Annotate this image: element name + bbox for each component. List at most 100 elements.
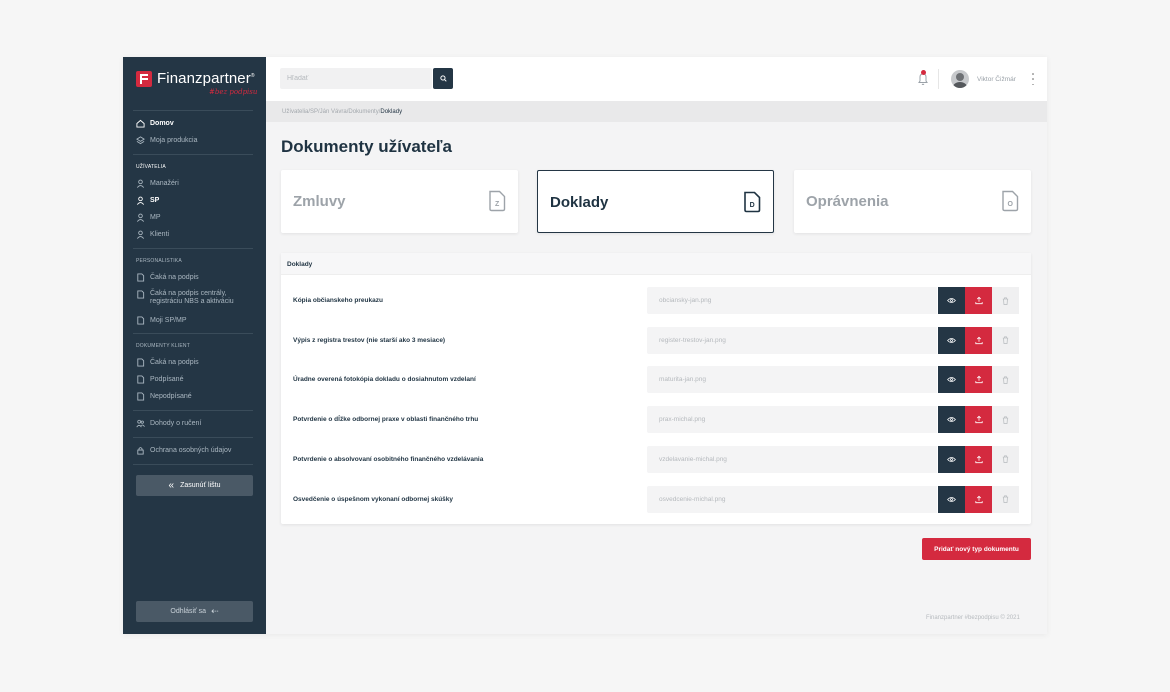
eye-icon [947, 456, 956, 462]
file-name-field[interactable]: register-trestov-jan.png [647, 326, 937, 354]
home-icon [136, 119, 145, 128]
document-icon [136, 358, 145, 367]
breadcrumb-current: Doklady [380, 109, 403, 115]
sidebar-item-managers[interactable]: Manažéri [136, 179, 179, 188]
document-type-label: Potvrdenie o dĺžke odbornej praxe v obla… [293, 416, 479, 424]
document-icon [136, 375, 145, 384]
search-input[interactable] [280, 68, 432, 89]
delete-button[interactable] [992, 445, 1019, 473]
table-row: Kópia občianskeho preukazu obciansky-jan.… [281, 287, 1031, 314]
users-icon [136, 419, 145, 428]
trash-icon [1002, 297, 1009, 305]
upload-button[interactable] [965, 287, 992, 314]
tab-contracts[interactable]: Zmluvy Z [281, 170, 518, 233]
table-row: Potvrdenie o absolvovaní osobitného fina… [281, 445, 1031, 473]
sidebar-item-sp[interactable]: SP [136, 196, 159, 205]
logout-icon: ⇠ [211, 606, 219, 616]
document-type-label: Výpis z registra trestov (nie starší ako… [293, 336, 446, 344]
sidebar-divider [133, 437, 253, 438]
delete-button[interactable] [992, 326, 1019, 354]
upload-icon [974, 376, 983, 384]
footer-text: Finanzpartner #bezpodpisu © 2021 [926, 615, 1020, 621]
sidebar-item-clients[interactable]: Klienti [136, 230, 169, 239]
file-name-field[interactable]: maturita-jan.png [647, 366, 937, 394]
sidebar-item-home[interactable]: Domov [136, 119, 174, 128]
document-icon [136, 273, 145, 282]
delete-button[interactable] [992, 287, 1019, 314]
document-z-icon: Z [489, 190, 506, 212]
document-type-label: Potvrdenie o absolvovaní osobitného fina… [293, 455, 484, 463]
tab-permissions-label: Oprávnenia [806, 193, 889, 210]
sidebar-item-hr-awaiting-signature[interactable]: Čaká na podpis [136, 273, 199, 282]
collapse-sidebar-button[interactable]: « Zasunúť lištu [136, 475, 253, 496]
svg-text:Z: Z [495, 201, 500, 208]
upload-icon [974, 415, 983, 424]
upload-button[interactable] [965, 326, 992, 354]
trash-icon [1002, 376, 1009, 384]
eye-icon [947, 496, 956, 502]
user-name[interactable]: Viktor Čižmár [977, 76, 1016, 83]
sidebar-divider [133, 410, 253, 411]
view-button[interactable] [938, 406, 965, 434]
upload-button[interactable] [965, 406, 992, 434]
brand-trademark: ® [250, 73, 255, 79]
view-button[interactable] [938, 287, 965, 314]
upload-button[interactable] [965, 485, 992, 513]
upload-button[interactable] [965, 366, 992, 394]
sidebar-item-privacy[interactable]: Ochrana osobných údajov [136, 446, 231, 455]
brand-tagline: #bez podpisu [209, 88, 258, 96]
sidebar-item-client-unsigned[interactable]: Nepodpísané [136, 392, 192, 401]
file-name-field[interactable]: vzdelavanie-michal.png [647, 445, 937, 473]
sidebar-item-mp[interactable]: MP [136, 213, 161, 222]
upload-icon [974, 495, 983, 503]
view-button[interactable] [938, 445, 965, 473]
view-button[interactable] [938, 366, 965, 394]
sidebar-divider [133, 248, 253, 249]
sidebar-item-client-awaiting-signature[interactable]: Čaká na podpis [136, 358, 199, 367]
document-icon [136, 316, 145, 325]
eye-icon [947, 377, 956, 383]
notification-badge [921, 70, 926, 75]
tab-permissions[interactable]: Oprávnenia O [794, 170, 1031, 233]
search-button[interactable] [433, 68, 453, 89]
eye-icon [947, 417, 956, 423]
sidebar-item-hr-awaiting-hq[interactable]: Čaká na podpis centrály, registráciu NBS… [136, 290, 236, 306]
file-name-field[interactable]: osvedcenie-michal.png [647, 485, 937, 513]
sidebar-item-client-signed[interactable]: Podpísané [136, 375, 183, 384]
view-button[interactable] [938, 326, 965, 354]
tab-documents-label: Doklady [550, 194, 609, 211]
delete-button[interactable] [992, 366, 1019, 394]
sidebar-divider [133, 110, 253, 111]
eye-icon [947, 337, 956, 343]
tab-documents[interactable]: Doklady D [537, 170, 774, 233]
section-client-docs-title: DOKUMENTY KLIENT [136, 343, 190, 349]
panel-title: Doklady [281, 253, 1031, 275]
sidebar-item-my-sp-mp[interactable]: Moji SP/MP [136, 316, 187, 325]
document-d-icon: D [744, 191, 761, 213]
avatar[interactable] [951, 70, 969, 88]
delete-button[interactable] [992, 406, 1019, 434]
page-title: Dokumenty užívateľa [281, 137, 452, 156]
add-document-type-button[interactable]: Pridať nový typ dokumentu [922, 538, 1031, 560]
topbar-divider [938, 69, 939, 89]
topbar: Viktor Čižmár [266, 57, 1047, 101]
trash-icon [1002, 455, 1009, 464]
svg-text:O: O [1007, 201, 1013, 208]
view-button[interactable] [938, 485, 965, 513]
logout-button[interactable]: Odhlásiť sa ⇠ [136, 601, 253, 622]
document-icon [136, 392, 145, 401]
more-options-icon[interactable] [1031, 73, 1035, 85]
sidebar-item-production[interactable]: Moja produkcia [136, 136, 197, 145]
lock-icon [136, 446, 145, 455]
layers-icon [136, 136, 145, 145]
trash-icon [1002, 336, 1009, 345]
upload-button[interactable] [965, 445, 992, 473]
sidebar-item-agreements[interactable]: Dohody o ručení [136, 419, 201, 428]
brand-logo[interactable]: Finanzpartner® [136, 70, 255, 87]
section-hr-title: PERSONALISTIKA [136, 258, 182, 264]
trash-icon [1002, 416, 1009, 424]
file-name-field[interactable]: obciansky-jan.png [647, 287, 937, 314]
delete-button[interactable] [992, 485, 1019, 513]
file-name-field[interactable]: prax-michal.png [647, 406, 937, 434]
breadcrumb-path[interactable]: Užívatelia/SP/Ján Vávra/Dokumenty/ [282, 109, 380, 115]
